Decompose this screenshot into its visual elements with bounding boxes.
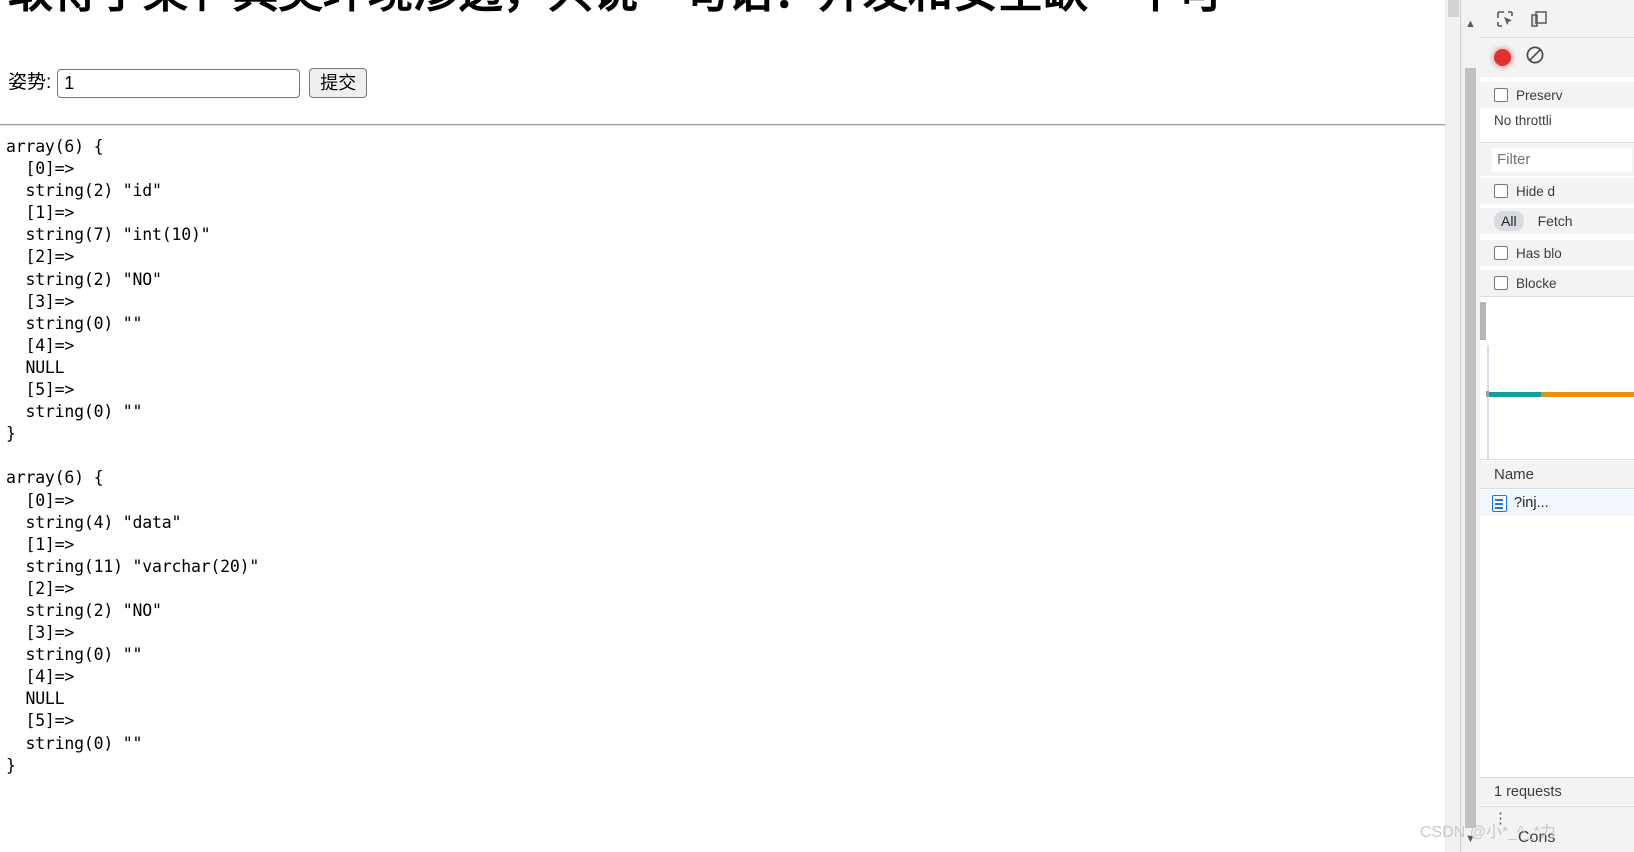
- filter-bar: [1480, 143, 1634, 176]
- hide-data-urls-checkbox[interactable]: [1494, 184, 1508, 198]
- devtools-scrollbar-thumb[interactable]: [1465, 68, 1476, 828]
- table-row[interactable]: ?inj...: [1480, 490, 1634, 516]
- column-header-name[interactable]: Name: [1494, 466, 1534, 483]
- overview-left-edge: [1487, 345, 1489, 459]
- blocked-requests-checkbox[interactable]: [1494, 276, 1508, 290]
- overview-bar-teal: [1489, 392, 1541, 397]
- blocked-requests-row[interactable]: Blocke: [1480, 270, 1634, 296]
- request-name: ?inj...: [1514, 495, 1549, 511]
- network-overview-timeline[interactable]: [1480, 297, 1634, 460]
- more-options-icon[interactable]: ⋮: [1493, 811, 1508, 826]
- network-controls: [1480, 38, 1634, 77]
- hide-data-urls-row[interactable]: Hide d: [1480, 178, 1634, 204]
- posture-label: 姿势:: [8, 72, 52, 93]
- network-status-bar: 1 requests: [1480, 777, 1634, 805]
- filter-type-fetch[interactable]: Fetch: [1538, 213, 1573, 229]
- scroll-up-arrow-icon[interactable]: ▲: [1464, 18, 1477, 31]
- throttling-dropdown[interactable]: No throttli: [1494, 113, 1552, 128]
- devtools-network-panel: Preserv No throttli Hide d All Fetch: [1480, 0, 1634, 852]
- preserve-log-row[interactable]: Preserv: [1480, 82, 1634, 108]
- clear-network-log-icon[interactable]: [1525, 45, 1545, 70]
- hide-data-urls-label: Hide d: [1516, 183, 1556, 199]
- preserve-log-checkbox[interactable]: [1494, 88, 1508, 102]
- has-blocked-cookies-label: Has blo: [1516, 245, 1562, 261]
- overview-bar-orange: [1541, 392, 1634, 397]
- submit-button[interactable]: 提交: [309, 68, 368, 98]
- posture-input[interactable]: [57, 68, 301, 98]
- php-vardump-output: array(6) { [0]=> string(2) "id" [1]=> st…: [6, 137, 260, 775]
- page-vertical-scrollbar[interactable]: [1445, 0, 1460, 852]
- inspect-element-icon[interactable]: [1492, 6, 1518, 32]
- tab-console[interactable]: Cons: [1518, 829, 1555, 847]
- document-icon: [1492, 494, 1507, 512]
- browser-page-content: 取得了某亻具类环境渗透，只说一句话：开发和安全缺一不可 姿势: 提交 array…: [0, 0, 1460, 852]
- devtools-toolbar: [1480, 0, 1634, 38]
- filter-input[interactable]: [1492, 147, 1632, 172]
- page-scrollbar-thumb[interactable]: [1448, 0, 1459, 17]
- content-divider: [0, 124, 1458, 126]
- record-button-icon[interactable]: [1494, 49, 1511, 66]
- devtools-panel: ▲ ▼ Preserv No throttli Filter Hide d Al…: [1460, 0, 1634, 852]
- filter-type-all[interactable]: All: [1494, 211, 1524, 231]
- request-count-label: 1 requests: [1494, 783, 1562, 800]
- requests-table-header: Name: [1480, 461, 1634, 489]
- has-blocked-cookies-row[interactable]: Has blo: [1480, 240, 1634, 266]
- posture-form: 姿势: 提交: [8, 68, 368, 98]
- devtools-resize-scrollbar[interactable]: ▲ ▼: [1461, 0, 1480, 852]
- overview-scrollbar-thumb[interactable]: [1480, 302, 1486, 340]
- preserve-log-label: Preserv: [1516, 87, 1563, 103]
- screenshot-root: 取得了某亻具类环境渗透，只说一句话：开发和安全缺一不可 姿势: 提交 array…: [0, 0, 1634, 852]
- blocked-requests-label: Blocke: [1516, 275, 1557, 291]
- has-blocked-cookies-checkbox[interactable]: [1494, 246, 1508, 260]
- page-title: 取得了某亻具类环境渗透，只说一句话：开发和安全缺一不可: [8, 0, 1448, 17]
- resource-type-filters: All Fetch: [1480, 208, 1634, 234]
- devtools-drawer: ⋮ Cons: [1480, 806, 1634, 852]
- scroll-down-arrow-icon[interactable]: ▼: [1464, 833, 1477, 846]
- device-toolbar-icon[interactable]: [1526, 6, 1552, 32]
